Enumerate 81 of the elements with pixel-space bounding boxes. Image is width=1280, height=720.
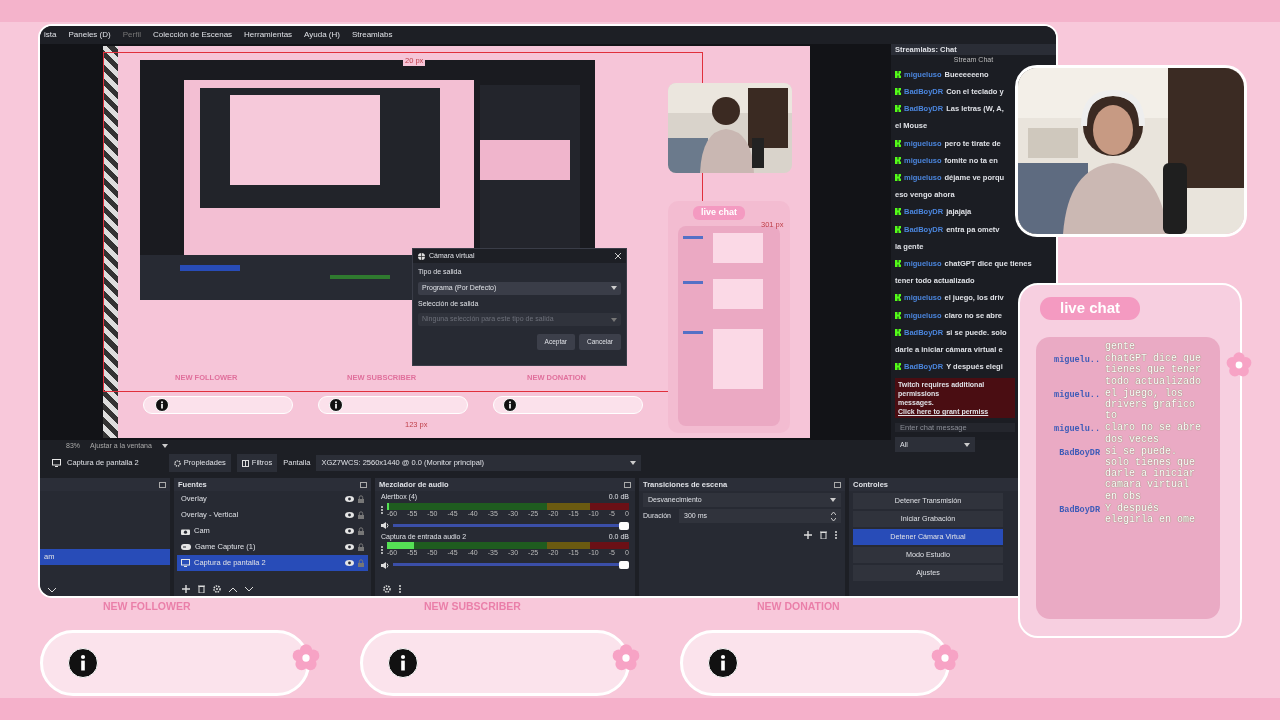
slider-thumb[interactable] (619, 561, 629, 569)
flower-icon (612, 644, 640, 672)
caret-icon (161, 444, 168, 448)
badge-icon (895, 70, 901, 78)
flower-icon (292, 644, 320, 672)
undock-icon[interactable] (834, 481, 841, 488)
eye-icon[interactable] (345, 512, 354, 518)
close-icon[interactable] (615, 252, 621, 259)
trash-icon[interactable] (820, 531, 827, 539)
caret-icon (611, 317, 617, 322)
caret-icon (611, 286, 617, 290)
badge-icon (895, 260, 901, 268)
info-icon (388, 648, 418, 678)
alert-label: NEW FOLLOWER (103, 599, 191, 614)
badge-icon (895, 208, 901, 216)
lock-icon[interactable] (358, 511, 364, 519)
down-icon[interactable] (245, 586, 253, 592)
menu-item[interactable]: Paneles (D) (68, 29, 111, 41)
spinner-icon[interactable] (831, 511, 836, 521)
settings-icon[interactable] (213, 585, 221, 593)
menu-item[interactable]: Ayuda (H) (304, 29, 340, 41)
menu-item[interactable]: Herramientas (244, 29, 293, 41)
trash-icon[interactable] (198, 585, 205, 593)
speaker-icon[interactable] (381, 522, 389, 529)
badge-icon (895, 294, 901, 302)
settings-icon[interactable] (383, 585, 391, 593)
slider-thumb[interactable] (619, 521, 629, 530)
eye-icon[interactable] (345, 528, 354, 534)
chat-username: BadBoyDR (1058, 503, 1100, 517)
eye-icon[interactable] (345, 560, 354, 566)
badge-icon (895, 225, 901, 233)
monitor-icon (52, 459, 61, 467)
alert-label: NEW DONATION (757, 599, 840, 614)
down-icon[interactable] (48, 588, 56, 593)
gamepad-icon (181, 544, 191, 550)
badge-icon (895, 328, 901, 336)
chat-username: BadBoyDR (1058, 446, 1100, 460)
panel-title: live chat (1040, 297, 1141, 320)
chat-message: Y después elegirla en ome (1105, 502, 1196, 526)
gear-icon (173, 459, 181, 467)
badge-icon (895, 174, 901, 182)
badge-icon (895, 363, 901, 371)
alert-label: NEW SUBSCRIBER (424, 599, 521, 614)
plus-icon[interactable] (804, 531, 812, 539)
menu-item[interactable]: Streamlabs (352, 29, 393, 41)
caret-icon (964, 442, 970, 447)
chat-username: miguelu.. (1053, 354, 1100, 368)
chat-message: si se puede. solo tienes que darle a iniciar camara virtual en obs (1105, 445, 1196, 502)
plus-icon[interactable] (182, 585, 190, 593)
info-icon (708, 648, 738, 678)
chat-username: miguelu.. (1053, 388, 1100, 402)
eye-icon[interactable] (345, 496, 354, 502)
menu-item[interactable]: ista (44, 29, 57, 41)
menu-item[interactable]: Colección de Escenas (152, 29, 233, 41)
up-icon[interactable] (229, 586, 237, 592)
camera-icon (181, 527, 190, 535)
speaker-icon[interactable] (381, 561, 389, 569)
volume-slider[interactable] (393, 561, 629, 569)
badge-icon (895, 311, 901, 319)
chat-message: gente (1105, 341, 1136, 353)
undock-icon[interactable] (159, 481, 166, 488)
info-icon (68, 648, 98, 678)
monitor-icon (181, 559, 190, 567)
badge-icon (895, 139, 901, 147)
caret-icon (830, 498, 836, 502)
eye-icon[interactable] (345, 544, 354, 550)
lock-icon[interactable] (358, 495, 364, 503)
flower-icon (931, 644, 959, 672)
caret-icon (630, 461, 637, 465)
globe-icon (418, 252, 425, 260)
badge-icon (895, 156, 901, 164)
badge-icon (895, 105, 901, 113)
undock-icon[interactable] (360, 481, 367, 488)
undock-icon[interactable] (624, 481, 631, 488)
chat-username: miguelu.. (1053, 423, 1100, 437)
filter-icon (241, 459, 249, 467)
lock-icon[interactable] (358, 527, 364, 535)
volume-slider[interactable] (393, 521, 629, 530)
lock-icon[interactable] (358, 543, 364, 551)
badge-icon (895, 88, 901, 96)
panel-title: live chat (693, 206, 746, 220)
